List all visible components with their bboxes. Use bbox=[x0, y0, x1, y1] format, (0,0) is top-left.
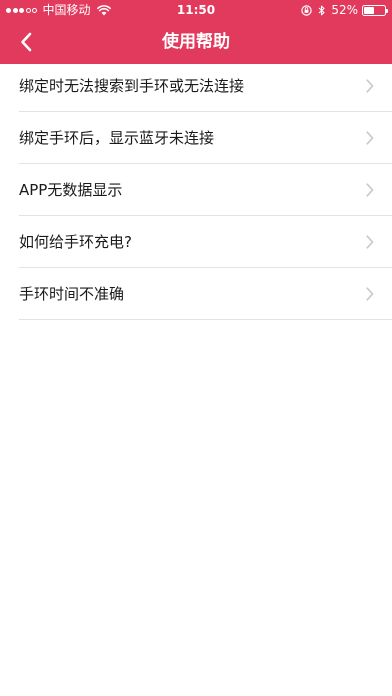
chevron-right-icon bbox=[366, 287, 374, 301]
help-item-label: 绑定手环后，显示蓝牙未连接 bbox=[19, 129, 215, 147]
help-item[interactable]: 如何给手环充电? bbox=[0, 216, 392, 268]
help-item-label: APP无数据显示 bbox=[19, 181, 123, 199]
help-item-label: 手环时间不准确 bbox=[19, 285, 125, 303]
chevron-right-icon bbox=[366, 79, 374, 93]
nav-bar: 使用帮助 bbox=[0, 20, 392, 64]
status-right: 52% bbox=[301, 0, 388, 20]
help-list: 绑定时无法搜索到手环或无法连接 绑定手环后，显示蓝牙未连接 APP无数据显示 如… bbox=[0, 60, 392, 320]
chevron-right-icon bbox=[366, 131, 374, 145]
help-item[interactable]: APP无数据显示 bbox=[0, 164, 392, 216]
help-item-label: 如何给手环充电? bbox=[19, 233, 132, 251]
chevron-right-icon bbox=[366, 183, 374, 197]
bluetooth-icon bbox=[318, 5, 325, 15]
help-item[interactable]: 手环时间不准确 bbox=[0, 268, 392, 320]
page-title: 使用帮助 bbox=[162, 32, 230, 52]
divider bbox=[19, 319, 392, 320]
status-bar: 中国移动 11:50 52% bbox=[0, 0, 392, 20]
battery-percent: 52% bbox=[331, 3, 358, 17]
battery-level bbox=[364, 6, 375, 14]
help-item-label: 绑定时无法搜索到手环或无法连接 bbox=[19, 77, 245, 95]
help-item[interactable]: 绑定时无法搜索到手环或无法连接 bbox=[0, 60, 392, 112]
header: 中国移动 11:50 52% 使用帮助 bbox=[0, 0, 392, 64]
help-item[interactable]: 绑定手环后，显示蓝牙未连接 bbox=[0, 112, 392, 164]
battery-icon bbox=[362, 4, 388, 16]
chevron-right-icon bbox=[366, 235, 374, 249]
lock-rotation-icon bbox=[301, 4, 313, 16]
